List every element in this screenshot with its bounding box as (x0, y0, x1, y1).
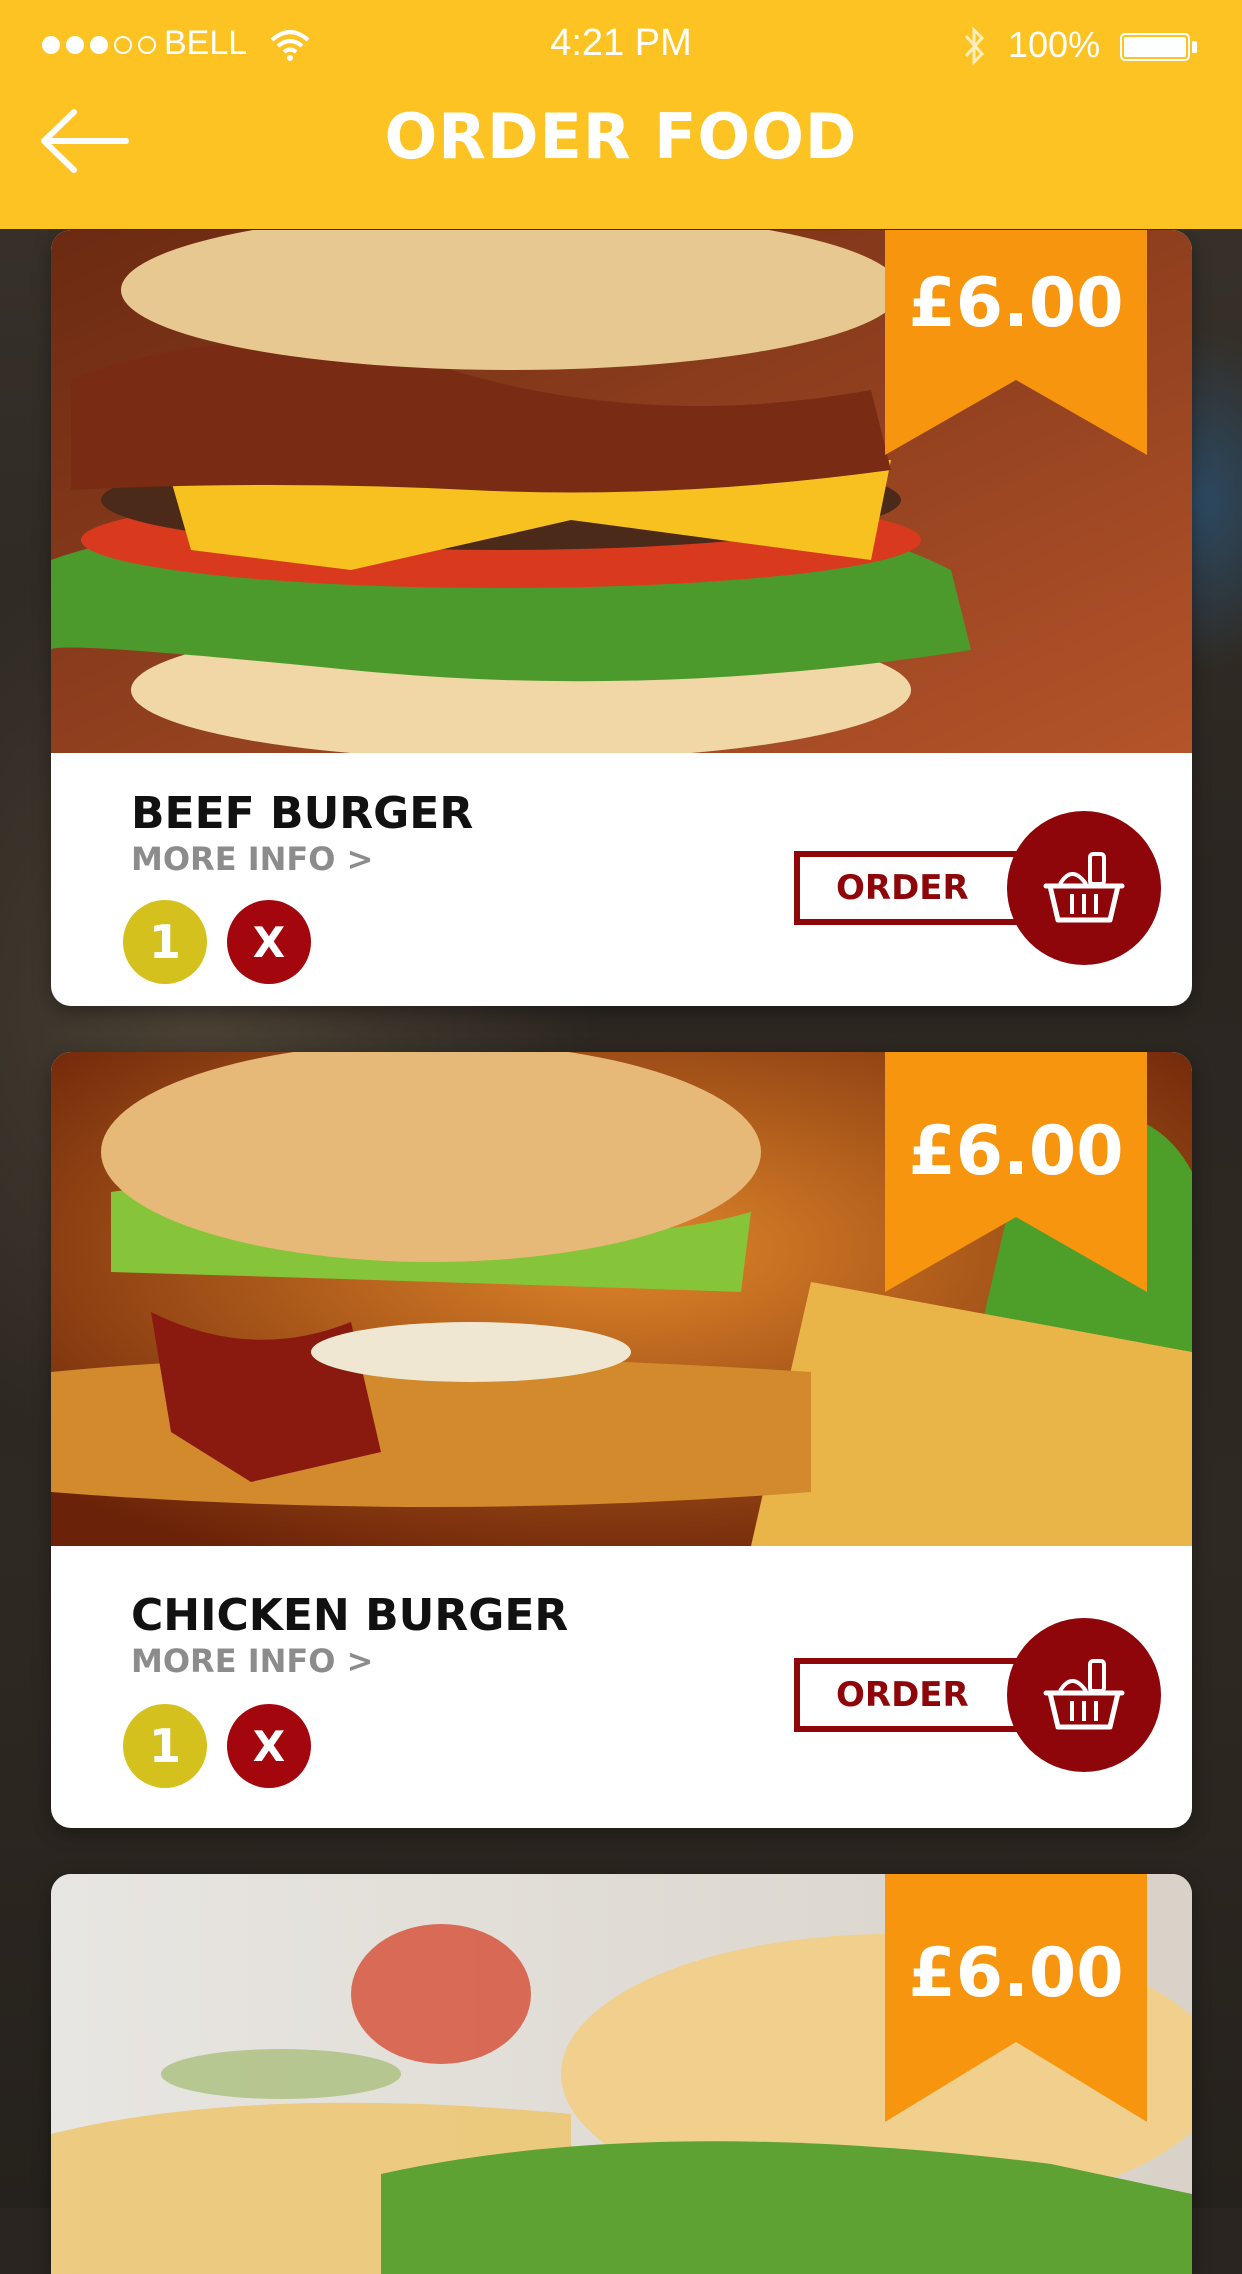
price-label: £6.00 (908, 1112, 1124, 1191)
order-label: ORDER (836, 868, 969, 908)
app-header: BELL 4:21 PM 100% ORDER FOOD (0, 0, 1242, 229)
price-label: £6.00 (908, 264, 1124, 343)
order-button[interactable]: ORDER (794, 851, 1034, 925)
menu-item-card: £6.00 CHICKEN BURGER MORE INFO > 1 X ORD… (51, 1052, 1192, 1828)
order-button[interactable]: ORDER (794, 1658, 1034, 1732)
item-name: CHICKEN BURGER (131, 1590, 569, 1641)
battery-icon (1120, 33, 1190, 61)
order-label: ORDER (836, 1675, 969, 1715)
basket-icon (1043, 1659, 1125, 1730)
menu-item-card: £6.00 BEEF BURGER MORE INFO > 1 X ORDER (51, 230, 1192, 1006)
quantity-badge[interactable]: 1 (123, 1704, 207, 1788)
add-to-basket-button[interactable] (1007, 811, 1161, 965)
remove-button[interactable]: X (227, 900, 311, 984)
battery-nub (1192, 41, 1197, 53)
remove-button[interactable]: X (227, 1704, 311, 1788)
battery-percentage: 100% (1008, 24, 1101, 65)
page-title: ORDER FOOD (384, 100, 858, 173)
more-info-link[interactable]: MORE INFO > (131, 1642, 373, 1680)
more-info-link[interactable]: MORE INFO > (131, 840, 373, 878)
item-name: BEEF BURGER (131, 788, 474, 839)
menu-item-card: £6.00 (51, 1874, 1192, 2274)
add-to-basket-button[interactable] (1007, 1618, 1161, 1772)
basket-icon (1043, 852, 1125, 923)
status-bar: BELL 4:21 PM 100% (0, 0, 1242, 92)
price-label: £6.00 (908, 1934, 1124, 2013)
bluetooth-icon (964, 26, 985, 66)
quantity-badge[interactable]: 1 (123, 900, 207, 984)
